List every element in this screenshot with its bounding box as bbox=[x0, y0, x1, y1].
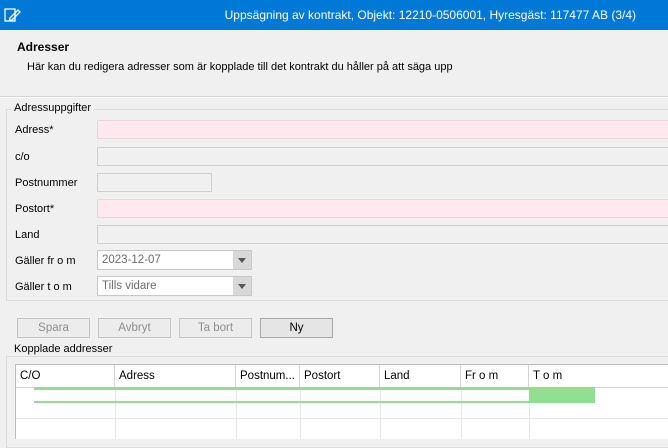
adress-field[interactable] bbox=[97, 120, 668, 139]
edit-document-icon bbox=[4, 8, 21, 22]
galler-from-datepicker[interactable]: 2023-12-07 bbox=[97, 250, 252, 270]
chevron-down-icon[interactable] bbox=[233, 277, 251, 295]
page-header: Adresser Här kan du redigera adresser so… bbox=[0, 30, 668, 96]
spara-button[interactable]: Spara bbox=[17, 318, 90, 338]
table-header: C/O Adress Postnum... Postort Land Fr o … bbox=[16, 365, 668, 388]
column-header-co[interactable]: C/O bbox=[16, 365, 115, 387]
page-title: Adresser bbox=[17, 40, 70, 54]
postort-label: Postort* bbox=[15, 203, 55, 215]
galler-tom-value: Tills vidare bbox=[102, 280, 157, 292]
column-header-land[interactable]: Land bbox=[380, 365, 461, 387]
land-field[interactable] bbox=[97, 225, 668, 244]
table-row[interactable] bbox=[16, 387, 668, 403]
postnummer-field[interactable] bbox=[97, 173, 212, 192]
linked-addresses-title: Kopplade addresser bbox=[12, 343, 115, 355]
adress-label: Adress* bbox=[15, 124, 54, 136]
galler-tom-label: Gäller t o m bbox=[15, 281, 72, 293]
postnummer-label: Postnummer bbox=[15, 177, 78, 189]
galler-tom-select[interactable]: Tills vidare bbox=[97, 276, 252, 296]
co-label: c/o bbox=[15, 151, 30, 163]
land-label: Land bbox=[15, 229, 40, 241]
row-divider bbox=[16, 418, 668, 419]
page-description: Här kan du redigera adresser som är kopp… bbox=[27, 61, 453, 73]
postort-field[interactable] bbox=[97, 199, 668, 218]
co-field[interactable] bbox=[97, 147, 668, 166]
column-header-adress[interactable]: Adress bbox=[115, 365, 236, 387]
column-header-from[interactable]: Fr o m bbox=[461, 365, 529, 387]
title-bar: Uppsägning av kontrakt, Objekt: 12210-05… bbox=[0, 0, 668, 30]
header-divider-highlight bbox=[0, 97, 668, 98]
galler-from-value: 2023-12-07 bbox=[102, 254, 161, 266]
column-header-postort[interactable]: Postort bbox=[300, 365, 380, 387]
chevron-down-icon[interactable] bbox=[233, 251, 251, 269]
ny-button[interactable]: Ny bbox=[260, 318, 333, 338]
linked-addresses-table[interactable]: C/O Adress Postnum... Postort Land Fr o … bbox=[15, 364, 668, 439]
window-title: Uppsägning av kontrakt, Objekt: 12210-05… bbox=[224, 8, 636, 22]
galler-from-label: Gäller fr o m bbox=[15, 255, 76, 267]
avbryt-button[interactable]: Avbryt bbox=[98, 318, 171, 338]
column-header-tom[interactable]: T o m bbox=[529, 365, 668, 387]
address-details-title: Adressuppgifter bbox=[12, 102, 94, 114]
ta-bort-button[interactable]: Ta bort bbox=[179, 318, 252, 338]
column-header-postnummer[interactable]: Postnum... bbox=[236, 365, 300, 387]
